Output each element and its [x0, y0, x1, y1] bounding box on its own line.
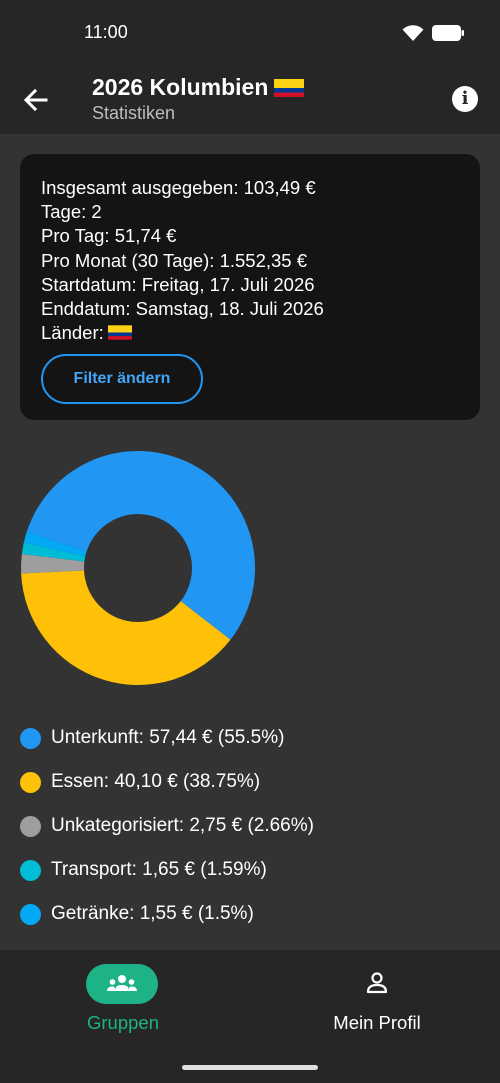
page-title-text: 2026 Kolumbien — [92, 74, 269, 100]
page-title: 2026 Kolumbien — [92, 72, 305, 102]
nav-label-groups: Gruppen — [87, 1012, 159, 1033]
legend-dot — [20, 816, 41, 837]
legend-label: Unterkunft: 57,44 € (55.5%) — [51, 727, 285, 748]
legend-label: Transport: 1,65 € (1.59%) — [51, 859, 267, 880]
status-time: 11:00 — [84, 22, 128, 42]
battery-icon — [432, 25, 464, 41]
start-date: Startdatum: Freitag, 17. Juli 2026 — [41, 273, 315, 295]
arrow-left-icon[interactable] — [20, 84, 52, 116]
countries-row: Länder: — [41, 321, 324, 345]
end-date: Enddatum: Samstag, 18. Juli 2026 — [41, 298, 324, 320]
legend-dot — [20, 860, 41, 881]
info-icon[interactable]: i — [452, 86, 478, 112]
groups-icon — [107, 975, 137, 991]
home-indicator — [182, 1065, 318, 1070]
summary-card: Insgesamt ausgegeben: 103,49 € Tage: 2 P… — [20, 154, 480, 420]
nav-active-indicator — [86, 964, 158, 1004]
nav-label-profile: Mein Profil — [333, 1012, 421, 1033]
nav-item-groups[interactable]: Gruppen — [62, 962, 184, 1042]
legend-dot — [20, 728, 41, 749]
person-icon — [366, 972, 388, 994]
days-count: Tage: 2 — [41, 201, 102, 223]
legend-dot — [20, 904, 41, 925]
per-month: Pro Monat (30 Tage): 1.552,35 € — [41, 249, 308, 271]
bottom-navigation: Gruppen Mein Profil — [0, 950, 500, 1083]
wifi-icon — [402, 25, 424, 41]
nav-item-profile[interactable]: Mein Profil — [316, 962, 438, 1042]
change-filter-button[interactable]: Filter ändern — [41, 354, 203, 404]
per-day: Pro Tag: 51,74 € — [41, 225, 177, 247]
legend-label: Unkategorisiert: 2,75 € (2.66%) — [51, 815, 314, 836]
app-bar: 2026 Kolumbien Statistiken i — [0, 64, 500, 134]
expense-donut-chart — [21, 451, 255, 685]
colombia-flag-icon — [107, 325, 132, 340]
header-title-block: 2026 Kolumbien Statistiken — [92, 72, 305, 124]
countries-label: Länder: — [41, 322, 104, 344]
total-spent: Insgesamt ausgegeben: 103,49 € — [41, 177, 316, 198]
colombia-flag-icon — [274, 79, 305, 97]
legend-label: Essen: 40,10 € (38.75%) — [51, 771, 261, 792]
summary-lines: Insgesamt ausgegeben: 103,49 € Tage: 2 P… — [41, 176, 324, 345]
legend-label: Getränke: 1,55 € (1.5%) — [51, 903, 254, 924]
page-subtitle: Statistiken — [92, 103, 176, 123]
status-bar: 11:00 — [0, 0, 500, 64]
legend-dot — [20, 772, 41, 793]
